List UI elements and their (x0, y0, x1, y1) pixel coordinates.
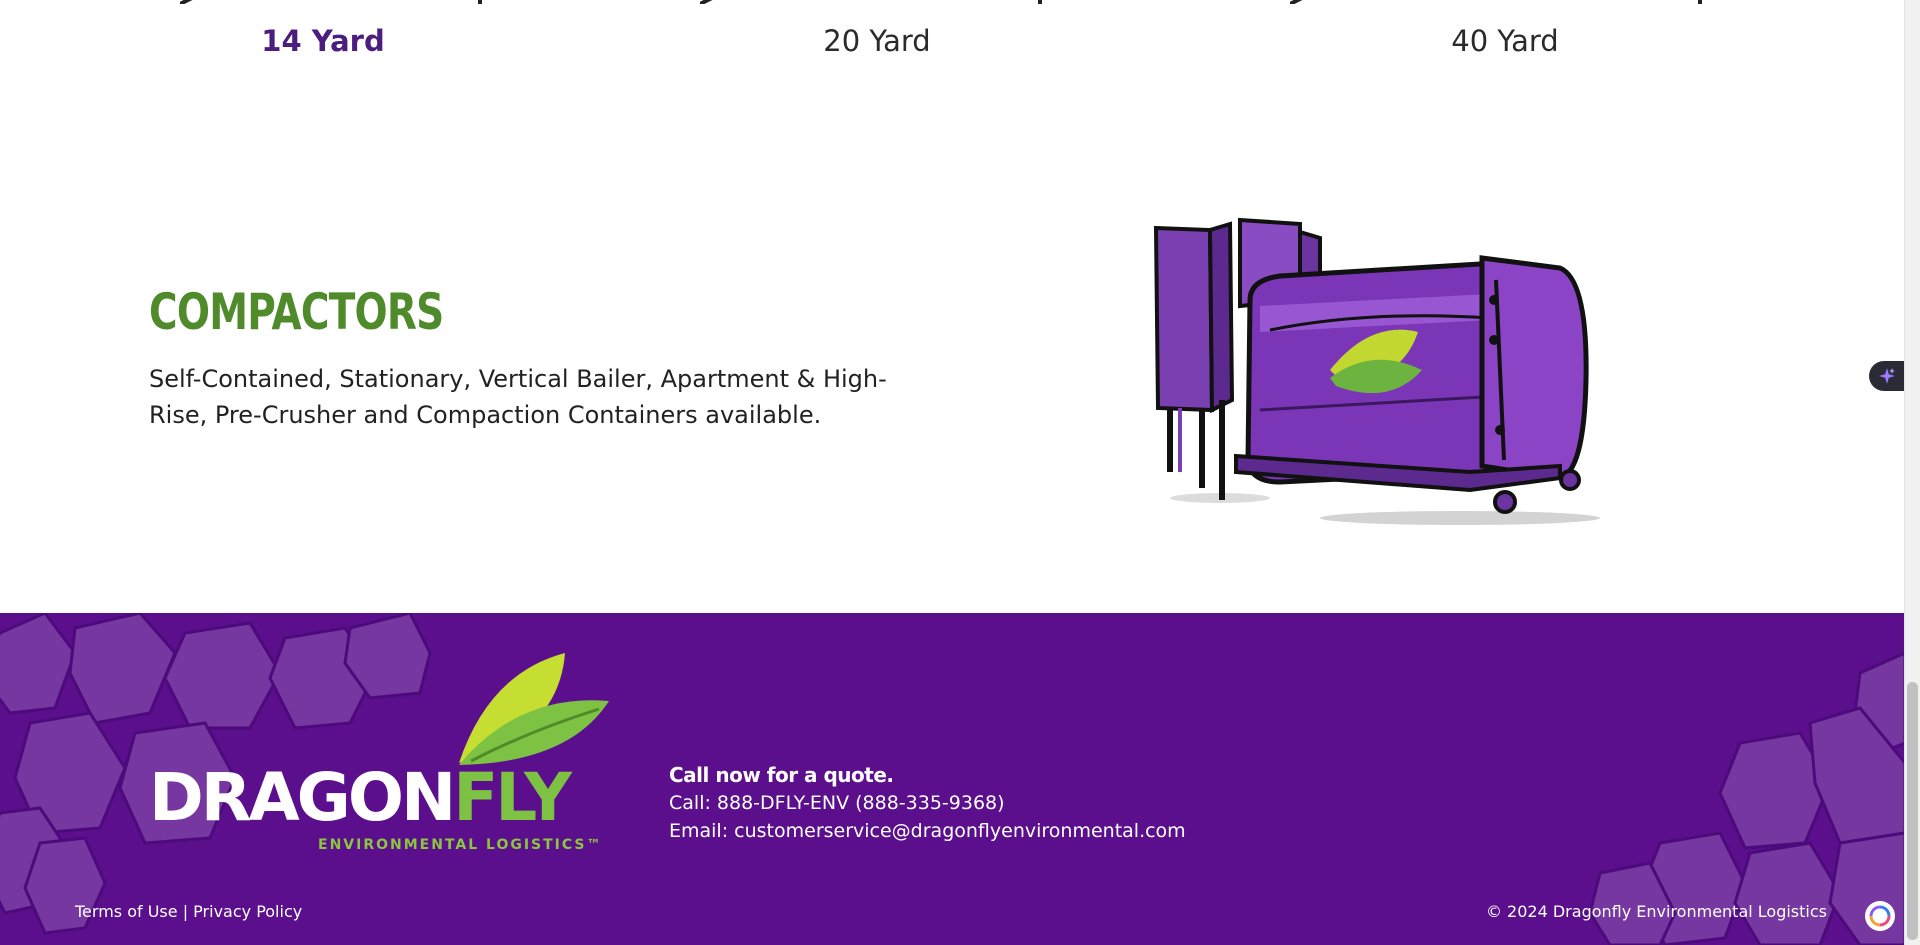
leaves-logo-icon (459, 653, 609, 765)
links-separator: | (177, 902, 194, 921)
compactors-heading: COMPACTORS (149, 283, 444, 341)
contact-phone-link[interactable]: Call: 888-DFLY-ENV (888-335-9368) (669, 789, 1186, 817)
privacy-policy-link[interactable]: Privacy Policy (193, 902, 302, 921)
scrollbar-thumb[interactable] (1907, 682, 1918, 940)
contact-email-link[interactable]: Email: customerservice@dragonflyenvironm… (669, 817, 1186, 845)
accessibility-badge-button[interactable] (1865, 901, 1895, 931)
logo-word-fly: FLY (453, 759, 572, 836)
logo-subtitle: ENVIRONMENTAL LOGISTICS™ (318, 837, 603, 853)
recaptcha-icon (1869, 905, 1891, 927)
legal-links: Terms of Use | Privacy Policy (75, 902, 302, 921)
size-selector-row: 14 Yard 20 Yard 40 Yard (0, 0, 1905, 90)
dragonfly-logo[interactable]: DRAGONFLY ENVIRONMENTAL LOGISTICS™ (149, 653, 609, 873)
size-option-40-yard[interactable]: 40 Yard (1451, 24, 1558, 58)
site-footer: DRAGONFLY ENVIRONMENTAL LOGISTICS™ Call … (0, 613, 1905, 945)
terms-of-use-link[interactable]: Terms of Use (75, 902, 178, 921)
contact-info: Call now for a quote. Call: 888-DFLY-ENV… (669, 761, 1186, 845)
contact-heading: Call now for a quote. (669, 763, 894, 787)
dumpster-40-partial-icon (1290, 0, 1702, 4)
copyright-text: © 2024 Dragonfly Environmental Logistics (1485, 902, 1827, 921)
page-scrollbar[interactable] (1904, 0, 1920, 945)
dumpster-20-partial-icon (700, 0, 1042, 4)
logo-word-dragon: DRAGON (149, 759, 456, 836)
compactor-illustration-icon (1153, 217, 1600, 525)
compactors-description: Self-Contained, Stationary, Vertical Bai… (149, 365, 887, 429)
page: 14 Yard 20 Yard 40 Yard COMPACTORS Self-… (0, 0, 1920, 945)
size-option-20-yard[interactable]: 20 Yard (823, 24, 930, 58)
assistant-sparkle-button[interactable] (1869, 361, 1905, 391)
dumpster-14-partial-icon (180, 0, 482, 4)
sparkle-icon (1879, 368, 1895, 384)
logo-wordmark: DRAGONFLY (149, 765, 572, 831)
size-option-14-yard[interactable]: 14 Yard (261, 24, 384, 58)
